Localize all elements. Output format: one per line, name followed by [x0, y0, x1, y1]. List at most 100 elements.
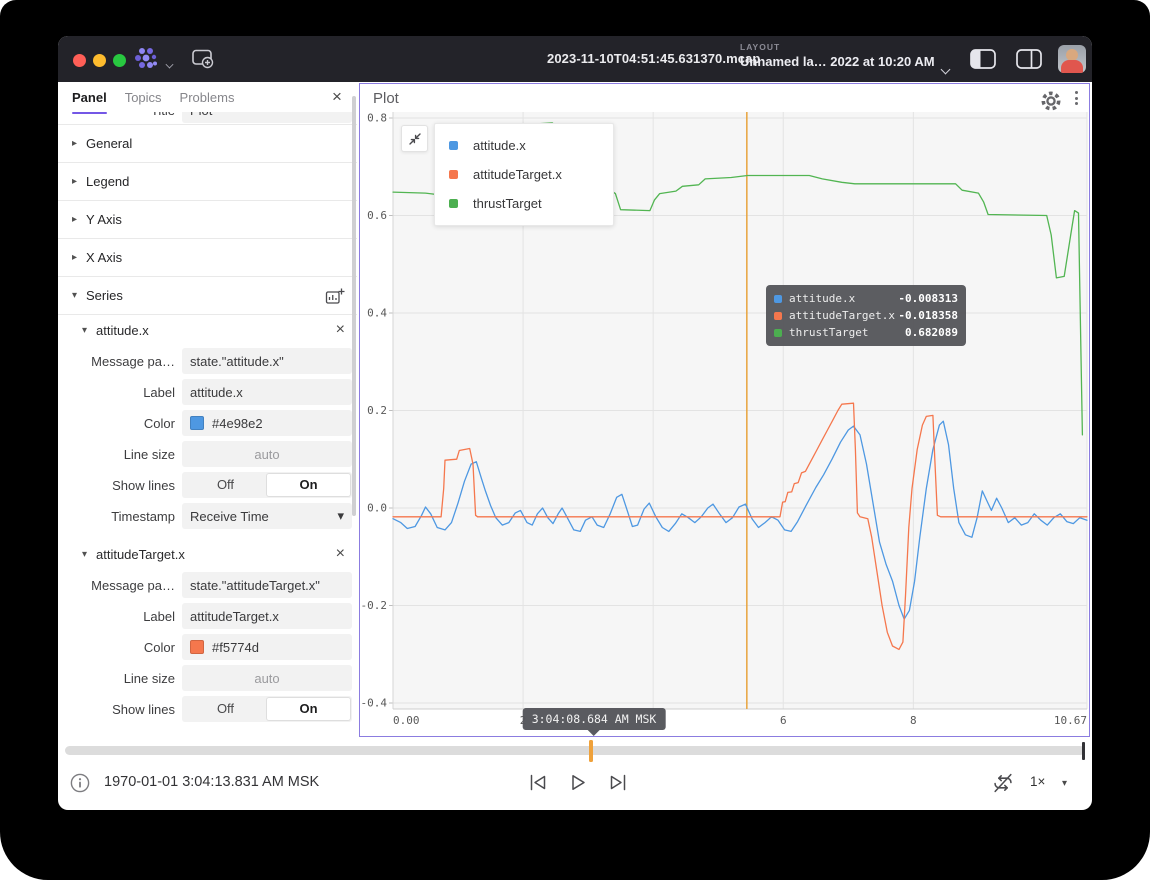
caret-expanded-icon: ▾ — [82, 549, 94, 560]
playback-end-marker — [1082, 742, 1085, 760]
panel-settings-gear-icon[interactable] — [1037, 87, 1059, 109]
loop-playback-off-icon[interactable] — [991, 771, 1015, 795]
legend-collapse-button[interactable] — [401, 125, 428, 152]
tooltip-series-name: attitude.x — [789, 292, 898, 305]
seek-backward-button[interactable] — [525, 769, 551, 795]
legend-label: attitude.x — [473, 138, 526, 153]
caret-collapsed-icon: ▸ — [72, 252, 84, 263]
select-value: Receive Time — [190, 509, 269, 524]
add-panel-button[interactable] — [190, 47, 216, 71]
field-label: Line size — [58, 447, 175, 462]
timestamp-select[interactable]: Receive Time▾ — [182, 503, 352, 529]
color-field[interactable]: #f5774d — [182, 634, 352, 660]
playback-speed[interactable]: 1× — [1030, 774, 1045, 789]
scrubber-time-tooltip: 3:04:08.684 AM MSK — [523, 708, 666, 730]
caret-collapsed-icon: ▸ — [72, 138, 84, 149]
section-y-axis[interactable]: ▸Y Axis — [58, 201, 357, 239]
section-x-axis[interactable]: ▸X Axis — [58, 239, 357, 277]
legend-item-attitude.x[interactable]: attitude.x — [435, 131, 613, 160]
legend-label: thrustTarget — [473, 196, 542, 211]
panel-title-row: Title Plot — [58, 112, 352, 124]
field-label: Message pa… — [58, 354, 175, 369]
playback-controls: 1970-01-01 3:04:13.831 AM MSK — [58, 765, 1092, 803]
field-input[interactable]: state."attitude.x" — [182, 348, 352, 374]
panel-title-input[interactable]: Plot — [182, 112, 352, 123]
section-general[interactable]: ▸General — [58, 125, 357, 163]
seek-forward-button[interactable] — [605, 769, 631, 795]
svg-text:0.2: 0.2 — [367, 404, 387, 417]
field-input[interactable]: attitude.x — [182, 379, 352, 405]
sidebar-tab-problems[interactable]: Problems — [180, 84, 235, 111]
playback-timestamp: 1970-01-01 3:04:13.831 AM MSK — [104, 774, 319, 790]
play-button[interactable] — [565, 769, 591, 795]
svg-text:0.4: 0.4 — [367, 307, 387, 320]
layout-chevron-icon[interactable] — [942, 60, 949, 78]
layout-menu-button[interactable]: LAYOUT Unnamed la… 2022 at 10:20 AM — [740, 42, 935, 69]
field-input[interactable]: auto — [182, 665, 352, 691]
caret-collapsed-icon: ▸ — [72, 176, 84, 187]
tooltip-series-name: attitudeTarget.x — [789, 309, 898, 322]
plot-legend: attitude.x attitudeTarget.x thrustTarget — [434, 123, 614, 226]
remove-series-button[interactable]: × — [336, 322, 345, 338]
right-sidebar-toggle-button[interactable] — [1016, 49, 1042, 69]
sidebar-scrollbar[interactable] — [352, 96, 356, 516]
tooltip-row-thrustTarget: thrustTarget0.682089 — [774, 324, 958, 341]
sidebar-tab-panel[interactable]: Panel — [72, 84, 107, 111]
section-label: Y Axis — [86, 212, 357, 227]
field-row-color: Color#4e98e2 — [58, 410, 352, 436]
section-label: X Axis — [86, 250, 357, 265]
tooltip-color-swatch — [774, 329, 782, 337]
color-value: #f5774d — [212, 640, 259, 655]
toggle-option-off[interactable]: Off — [184, 698, 267, 720]
app-menu-chevron-icon[interactable] — [166, 55, 174, 63]
add-series-icon[interactable] — [325, 287, 345, 305]
sidebar-close-button[interactable]: × — [325, 85, 349, 109]
speed-dropdown-caret-icon[interactable]: ▾ — [1062, 778, 1067, 789]
left-sidebar-toggle-button[interactable] — [970, 49, 996, 69]
tooltip-series-value: -0.008313 — [898, 292, 958, 305]
field-row-line-size: Line size auto — [58, 665, 352, 691]
field-input[interactable]: attitudeTarget.x — [182, 603, 352, 629]
legend-color-swatch — [449, 170, 458, 179]
color-field[interactable]: #4e98e2 — [182, 410, 352, 436]
sidebar-settings-viewport: Title Plot ▸General▸Legend▸Y Axis▸X Axis… — [58, 112, 357, 737]
field-label: Line size — [58, 671, 175, 686]
svg-text:0.6: 0.6 — [367, 209, 387, 222]
legend-item-thrustTarget[interactable]: thrustTarget — [435, 189, 613, 218]
field-input[interactable]: state."attitudeTarget.x" — [182, 572, 352, 598]
section-legend[interactable]: ▸Legend — [58, 163, 357, 201]
panel-menu-kebab-icon[interactable] — [1069, 87, 1083, 109]
color-swatch[interactable] — [190, 640, 204, 654]
tooltip-row-attitudeTarget.x: attitudeTarget.x-0.018358 — [774, 307, 958, 324]
playback-scrubber-track[interactable] — [65, 746, 1085, 755]
color-swatch[interactable] — [190, 416, 204, 430]
foxglove-logo-icon[interactable] — [134, 46, 160, 72]
settings-sidebar: Panel Topics Problems × Title Plot ▸Genera… — [58, 82, 357, 737]
sidebar-tab-topics[interactable]: Topics — [125, 84, 162, 111]
window-close-button[interactable] — [73, 54, 86, 67]
svg-text:0.0: 0.0 — [367, 502, 387, 515]
toggle-option-off[interactable]: Off — [184, 474, 267, 496]
field-row-label: LabelattitudeTarget.x — [58, 603, 352, 629]
series-subheader-attitude.x[interactable]: ▾attitude.x× — [58, 317, 357, 343]
field-input[interactable]: auto — [182, 441, 352, 467]
toggle-option-on[interactable]: On — [267, 474, 350, 496]
playback-playhead-marker[interactable] — [589, 740, 593, 762]
field-label: Label — [58, 385, 175, 400]
user-avatar[interactable] — [1058, 45, 1086, 73]
window-minimize-button[interactable] — [93, 54, 106, 67]
plot-panel[interactable]: Plot 0.80.60.40.20.0-0.2-0.40.00246810.6… — [359, 83, 1090, 737]
series-subheader-attitudeTarget.x[interactable]: ▾attitudeTarget.x× — [58, 541, 357, 567]
tooltip-series-value: -0.018358 — [898, 309, 958, 322]
toggle-option-on[interactable]: On — [267, 698, 350, 720]
show-lines-toggle[interactable]: OffOn — [182, 472, 352, 498]
info-icon[interactable] — [70, 773, 90, 793]
show-lines-toggle[interactable]: OffOn — [182, 696, 352, 722]
field-row-message-pa-: Message pa…state."attitudeTarget.x" — [58, 572, 352, 598]
remove-series-button[interactable]: × — [336, 546, 345, 562]
tooltip-color-swatch — [774, 295, 782, 303]
window-zoom-button[interactable] — [113, 54, 126, 67]
section-series[interactable]: ▾Series — [58, 277, 357, 315]
tooltip-series-value: 0.682089 — [905, 326, 958, 339]
legend-item-attitudeTarget.x[interactable]: attitudeTarget.x — [435, 160, 613, 189]
